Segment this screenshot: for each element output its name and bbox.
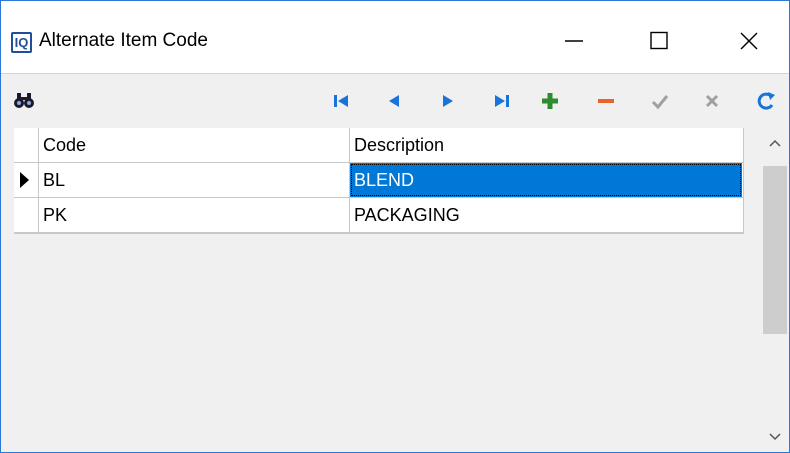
vertical-scrollbar[interactable] (761, 128, 789, 452)
scroll-down-button[interactable] (761, 422, 789, 452)
prior-record-button[interactable] (381, 88, 407, 114)
prior-record-icon (389, 95, 399, 107)
scroll-thumb[interactable] (763, 166, 787, 334)
code-cell[interactable]: PK (39, 198, 350, 232)
chevron-up-icon (769, 139, 781, 147)
alternate-item-code-window: IQ Alternate Item Code Code Description … (0, 0, 790, 453)
maximize-icon (650, 31, 668, 50)
code-cell[interactable]: BL (39, 163, 350, 197)
next-record-button[interactable] (435, 88, 461, 114)
row-indicator[interactable] (14, 163, 39, 197)
grid-header-row: Code Description (14, 128, 743, 163)
binoculars-search-icon (14, 93, 34, 108)
first-record-button[interactable] (328, 88, 354, 114)
toolbar (1, 73, 789, 129)
current-row-pointer-icon (20, 172, 29, 188)
table-row[interactable]: BL BLEND (14, 163, 743, 198)
refresh-button[interactable] (753, 88, 779, 114)
first-record-icon (334, 95, 348, 107)
search-button[interactable] (11, 88, 37, 114)
scroll-up-button[interactable] (761, 128, 789, 158)
app-logo-icon: IQ (11, 32, 32, 53)
indicator-header (14, 128, 39, 162)
last-record-button[interactable] (489, 88, 515, 114)
close-button[interactable] (724, 23, 774, 59)
cancel-edit-icon (705, 94, 719, 108)
table-row[interactable]: PK PACKAGING (14, 198, 743, 233)
minimize-icon (565, 40, 583, 42)
alternate-codes-grid[interactable]: Code Description BL BLEND PK PACKAGING (14, 128, 744, 234)
description-cell[interactable]: PACKAGING (350, 198, 742, 232)
delete-record-icon (598, 99, 614, 103)
cancel-edit-button[interactable] (699, 88, 725, 114)
window-title: Alternate Item Code (39, 30, 208, 51)
last-record-icon (495, 95, 509, 107)
column-header-code[interactable]: Code (39, 128, 350, 162)
title-bar: IQ Alternate Item Code (1, 1, 789, 73)
next-record-icon (443, 95, 453, 107)
post-edit-icon (651, 95, 669, 110)
chevron-down-icon (769, 433, 781, 441)
description-cell[interactable]: BLEND (350, 163, 742, 197)
close-icon (740, 32, 758, 50)
grid-area: Code Description BL BLEND PK PACKAGING (1, 128, 761, 452)
column-header-description[interactable]: Description (350, 128, 742, 162)
row-indicator[interactable] (14, 198, 39, 232)
insert-record-icon (542, 93, 558, 109)
insert-record-button[interactable] (537, 88, 563, 114)
minimize-button[interactable] (549, 23, 599, 59)
maximize-button[interactable] (634, 23, 684, 59)
delete-record-button[interactable] (593, 88, 619, 114)
post-edit-button[interactable] (647, 88, 673, 114)
refresh-icon (757, 92, 775, 110)
